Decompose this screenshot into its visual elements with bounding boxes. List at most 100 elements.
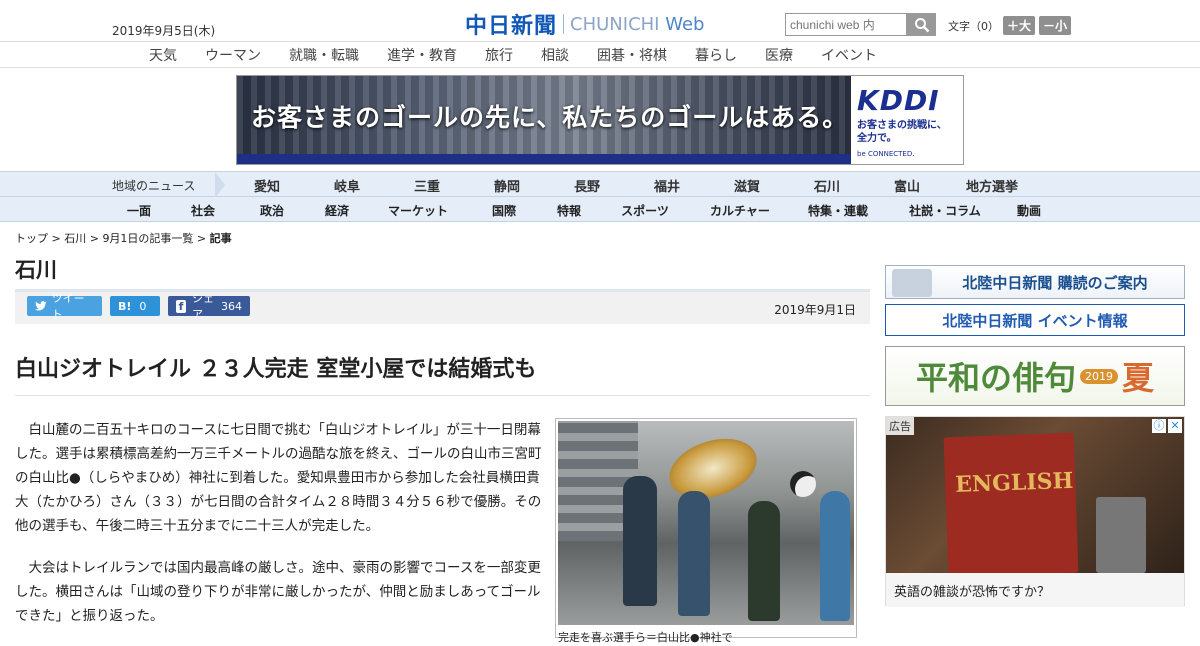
banner-copy: お客さまのゴールの先に、私たちのゴールはある。 — [251, 103, 849, 132]
ad-pencil-cup — [1096, 497, 1146, 573]
region-item[interactable]: 静岡 — [467, 176, 547, 195]
top-nav-item[interactable]: ウーマン — [191, 45, 275, 65]
region-item[interactable]: 岐阜 — [307, 176, 387, 195]
ad-info-icon[interactable]: ⓘ — [1152, 419, 1166, 433]
logo-en-a: CHUNICHI — [570, 13, 660, 35]
ad-text: 英語の雑談が恐怖ですか？ — [886, 573, 1184, 607]
sidebar-ad[interactable]: ENGLISH 広告 ⓘ ✕ 英語の雑談が恐怖ですか？ — [885, 416, 1185, 607]
main-content: トップ > 石川 > 9月1日の記事一覧 > 記事 石川 ツイート B! 0 f… — [15, 230, 870, 646]
facebook-share-label: シェア — [192, 292, 215, 321]
breadcrumb-top[interactable]: トップ — [15, 232, 48, 245]
hatena-icon: B! — [118, 299, 132, 313]
facebook-share-count: 364 — [221, 299, 242, 313]
banner-slogan: be CONNECTED. — [857, 150, 915, 158]
ad-book-title: ENGLISH — [954, 467, 1074, 498]
font-larger-button[interactable]: ＋大 — [1003, 16, 1036, 35]
breadcrumb-list[interactable]: 9月1日の記事一覧 — [102, 232, 193, 245]
section-item[interactable]: 政治 — [238, 202, 306, 219]
article-paragraph: 白山麓の二百五十キロのコースに七日間で挑む「白山ジオトレイル」が三十一日閉幕した… — [15, 422, 542, 534]
ad-book: ENGLISH — [943, 432, 1079, 573]
top-nav-item[interactable]: 囲碁・将棋 — [583, 45, 681, 65]
region-item[interactable]: 愛知 — [227, 176, 307, 195]
top-nav-item[interactable]: 就職・転職 — [275, 45, 373, 65]
section-item[interactable]: スポーツ — [598, 202, 692, 219]
top-nav-item[interactable]: イベント — [807, 45, 891, 65]
article-paragraph: 大会はトレイルランでは国内最高峰の厳しさ。途中、豪雨の影響でコースを一部変更した… — [15, 560, 541, 624]
region-item[interactable]: 滋賀 — [707, 176, 787, 195]
font-size-label: 文字（0） — [948, 19, 999, 33]
ad-image: ENGLISH 広告 ⓘ ✕ — [886, 417, 1184, 573]
events-banner[interactable]: 北陸中日新聞 イベント情報 — [885, 304, 1185, 336]
banner-image: お客さまのゴールの先に、私たちのゴールはある。 — [237, 76, 851, 164]
font-smaller-button[interactable]: －小 — [1039, 16, 1072, 35]
search-button[interactable] — [907, 13, 936, 36]
breadcrumb-current: 記事 — [209, 232, 232, 245]
kddi-logo: KDDI — [857, 84, 940, 117]
section-item[interactable]: 特報 — [540, 202, 598, 219]
twitter-icon — [35, 301, 47, 311]
tweet-label: ツイート — [51, 292, 85, 321]
region-item[interactable]: 福井 — [627, 176, 707, 195]
photo-image — [558, 421, 854, 625]
hatena-count: 0 — [139, 299, 147, 313]
section-item[interactable]: 社説・コラム — [888, 202, 1002, 219]
article-text: 白山麓の二百五十キロのコースに七日間で挑む「白山ジオトレイル」が三十一日閉幕した… — [15, 418, 545, 646]
banner-tagline-1: お客さまの挑戦に、 — [857, 120, 947, 131]
top-nav-item[interactable]: 天気 — [135, 45, 191, 65]
search-input[interactable] — [785, 13, 907, 36]
region-item[interactable]: 三重 — [387, 176, 467, 195]
top-nav: 天気 ウーマン 就職・転職 進学・教育 旅行 相談 囲碁・将棋 暮らし 医療 イ… — [0, 42, 1200, 68]
facebook-share-button[interactable]: f シェア 364 — [168, 292, 250, 321]
hatena-bookmark-button[interactable]: B! 0 — [110, 296, 160, 316]
section-item[interactable]: 国際 — [468, 202, 540, 219]
section-item[interactable]: 一面 — [110, 202, 168, 219]
section-item[interactable]: 動画 — [1002, 202, 1056, 219]
tweet-button[interactable]: ツイート — [27, 292, 102, 321]
photo-panda-toy — [790, 471, 816, 497]
banner-tagline-2: 全力で。 — [857, 133, 897, 144]
photo-caption: 完走を喜ぶ選手ら＝白山比●神社で — [558, 631, 733, 644]
search-icon — [914, 17, 929, 32]
banner-brand-panel: KDDI お客さまの挑戦に、 全力で。 be CONNECTED. — [851, 76, 963, 164]
region-item[interactable]: 富山 — [867, 176, 947, 195]
article-date: 2019年9月1日 — [774, 303, 856, 317]
ad-close-icon[interactable]: ✕ — [1168, 419, 1182, 433]
top-nav-item[interactable]: 旅行 — [471, 45, 527, 65]
section-item[interactable]: カルチャー — [692, 202, 788, 219]
breadcrumb: トップ > 石川 > 9月1日の記事一覧 > 記事 — [15, 232, 232, 245]
top-nav-item[interactable]: 進学・教育 — [373, 45, 471, 65]
photo-runner — [623, 476, 657, 606]
haiku-title: 平和の俳句 — [915, 359, 1076, 397]
site-header: 2019年9月5日(木) 中日新聞 CHUNICHI Web 文字（0） ＋大 … — [0, 0, 1200, 42]
logo-separator — [563, 14, 565, 34]
facebook-icon: f — [176, 299, 187, 313]
top-nav-item[interactable]: 医療 — [751, 45, 807, 65]
breadcrumb-region[interactable]: 石川 — [64, 232, 86, 245]
section-item[interactable]: 経済 — [306, 202, 368, 219]
photo-runner — [678, 491, 710, 616]
top-nav-item[interactable]: 相談 — [527, 45, 583, 65]
haiku-season: 夏 — [1122, 359, 1155, 397]
top-nav-item[interactable]: 暮らし — [681, 45, 751, 65]
section-item[interactable]: 社会 — [168, 202, 238, 219]
share-bar: ツイート B! 0 f シェア 364 2019年9月1日 — [15, 289, 870, 324]
font-size-control: 文字（0） ＋大 －小 — [948, 16, 1072, 35]
section-nav: 一面 社会 政治 経済 マーケット 国際 特報 スポーツ カルチャー 特集・連載… — [0, 197, 1200, 222]
article-photo[interactable]: 完走を喜ぶ選手ら＝白山比●神社で — [555, 418, 857, 644]
section-item[interactable]: マーケット — [368, 202, 468, 219]
photo-umbrella — [661, 428, 765, 509]
photo-runner — [748, 501, 780, 621]
peace-haiku-banner[interactable]: 平和の俳句 2019 夏 — [885, 346, 1185, 406]
region-item[interactable]: 長野 — [547, 176, 627, 195]
site-logo[interactable]: 中日新聞 CHUNICHI Web — [465, 8, 704, 40]
region-item[interactable]: 地方選挙 — [947, 176, 1037, 195]
section-item[interactable]: 特集・連載 — [788, 202, 888, 219]
logo-en-b: Web — [665, 13, 705, 35]
events-label: 北陸中日新聞 イベント情報 — [942, 311, 1128, 330]
ad-choices[interactable]: ⓘ ✕ — [1150, 419, 1182, 433]
kddi-banner-ad[interactable]: お客さまのゴールの先に、私たちのゴールはある。 KDDI お客さまの挑戦に、 全力… — [236, 75, 964, 165]
subscribe-banner[interactable]: 北陸中日新聞 購読のご案内 — [885, 265, 1185, 299]
region-item[interactable]: 石川 — [787, 176, 867, 195]
regional-nav-title: 地域のニュース — [112, 172, 226, 198]
haiku-year: 2019 — [1080, 368, 1118, 384]
